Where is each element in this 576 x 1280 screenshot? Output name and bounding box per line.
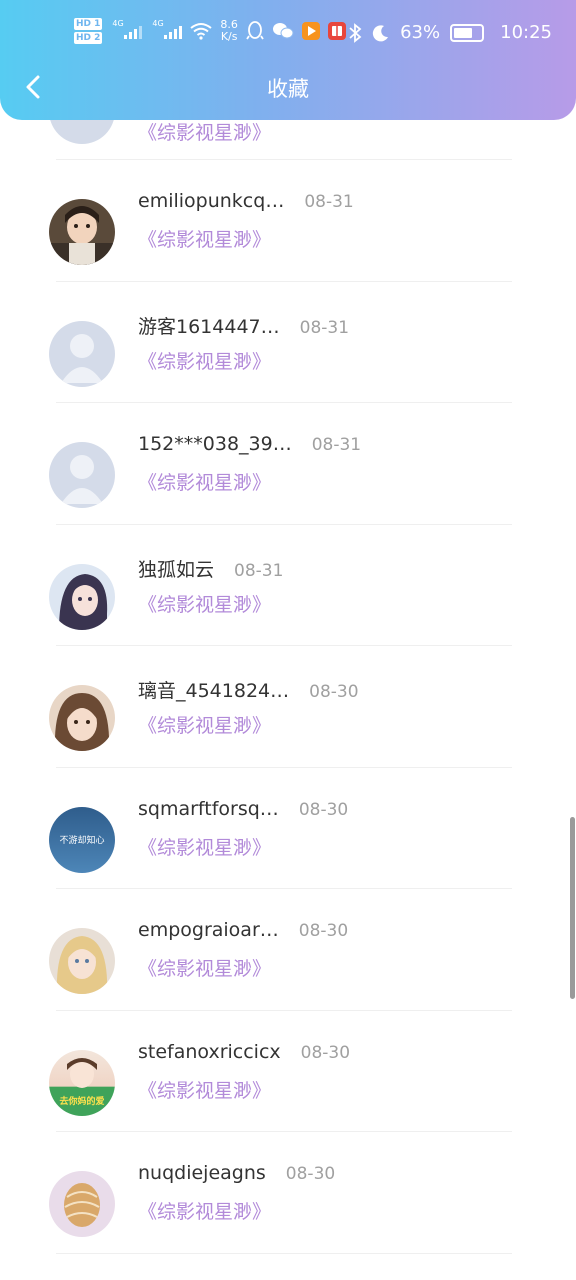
book-title[interactable]: 《综影视星渺》: [138, 1076, 271, 1103]
date-label: 08-30: [298, 799, 349, 820]
reader-app-icon: [327, 22, 346, 40]
date-label: 08-30: [309, 682, 359, 702]
title-row: 收藏: [0, 64, 576, 110]
avatar: 去你妈的爱: [49, 1049, 115, 1116]
book-title[interactable]: 《综影视星渺》: [138, 1197, 271, 1224]
avatar: [49, 1171, 115, 1237]
video-app-icon: [301, 22, 320, 40]
hd1-label: HD 1: [74, 18, 103, 30]
favorites-list[interactable]: 《综影视星渺》 emiliopunkcq… 08-31 《综影视星渺》 游客16…: [0, 78, 576, 1254]
book-title[interactable]: 《综影视星渺》: [138, 711, 271, 738]
list-item[interactable]: 游客1614447… 08-31 《综影视星渺》: [0, 282, 576, 404]
date-label: 08-30: [300, 1042, 351, 1063]
wifi-icon: [190, 23, 213, 40]
date-label: 08-30: [285, 1164, 336, 1184]
list-item[interactable]: nuqdiejeagns 08-30 《综影视星渺》: [0, 1132, 576, 1254]
hd-indicator: HD 1 HD 2: [74, 18, 103, 44]
date-label: 08-31: [234, 560, 284, 581]
avatar: [49, 199, 115, 265]
list-item[interactable]: 152***038_39… 08-31 《综影视星渺》: [0, 403, 576, 525]
avatar: [49, 928, 115, 994]
date-label: 08-31: [299, 317, 350, 338]
battery-percent: 63%: [400, 22, 441, 43]
book-title[interactable]: 《综影视星渺》: [138, 225, 271, 252]
avatar-caption: 不游却知心: [59, 835, 105, 846]
default-avatar-icon: [49, 320, 115, 387]
user-name[interactable]: nuqdiejeagns: [138, 1162, 266, 1184]
user-name[interactable]: 璃音_4541824…: [138, 676, 289, 703]
qq-icon: [246, 21, 264, 40]
list-item[interactable]: emiliopunkcq… 08-31 《综影视星渺》: [0, 160, 576, 282]
avatar: [49, 563, 115, 630]
signal-icon: 4G: [112, 19, 143, 39]
list-item[interactable]: 独孤如云 08-31 《综影视星渺》: [0, 525, 576, 647]
book-title[interactable]: 《综影视星渺》: [138, 468, 271, 495]
user-name[interactable]: 152***038_39…: [138, 433, 292, 455]
signal-icon-2: 4G: [152, 19, 183, 39]
avatar: [49, 685, 115, 751]
book-title[interactable]: 《综影视星渺》: [138, 118, 271, 145]
list-item[interactable]: 璃音_4541824… 08-30 《综影视星渺》: [0, 646, 576, 768]
scrollbar[interactable]: [570, 817, 575, 999]
status-bar: HD 1 HD 2 4G 4G 8.6 K/s 63% 10:25: [0, 14, 576, 58]
moon-icon: [372, 24, 389, 41]
date-label: 08-31: [304, 192, 354, 212]
user-name[interactable]: stefanoxriccicx: [138, 1041, 281, 1063]
date-label: 08-31: [311, 435, 362, 455]
page-title: 收藏: [267, 77, 309, 101]
user-name[interactable]: empograioar…: [138, 919, 279, 941]
list-item[interactable]: 去你妈的爱 stefanoxriccicx 08-30 《综影视星渺》: [0, 1011, 576, 1133]
book-title[interactable]: 《综影视星渺》: [138, 590, 271, 617]
clock: 10:25: [500, 22, 552, 43]
user-name[interactable]: 游客1614447…: [138, 312, 280, 339]
book-title[interactable]: 《综影视星渺》: [138, 347, 271, 374]
battery-icon: [450, 23, 485, 42]
bluetooth-icon: [349, 22, 362, 43]
book-title[interactable]: 《综影视星渺》: [138, 833, 271, 860]
network-speed: 8.6 K/s: [220, 19, 238, 43]
avatar: 不游却知心: [49, 806, 115, 873]
header-bar: HD 1 HD 2 4G 4G 8.6 K/s 63% 10:25 收藏: [0, 0, 576, 120]
hd2-label: HD 2: [74, 32, 103, 44]
wechat-icon: [272, 23, 294, 39]
avatar-caption: 去你妈的爱: [59, 1096, 105, 1107]
date-label: 08-30: [298, 921, 349, 941]
list-item[interactable]: 不游却知心 sqmarftforsq… 08-30 《综影视星渺》: [0, 768, 576, 890]
network-type-1: 4G: [112, 19, 124, 28]
user-name[interactable]: 独孤如云: [138, 555, 214, 582]
network-type-2: 4G: [152, 19, 164, 28]
user-name[interactable]: emiliopunkcq…: [138, 190, 284, 212]
default-avatar-icon: [49, 442, 115, 508]
book-title[interactable]: 《综影视星渺》: [138, 954, 271, 981]
user-name[interactable]: sqmarftforsq…: [138, 798, 279, 820]
list-item[interactable]: empograioar… 08-30 《综影视星渺》: [0, 889, 576, 1011]
speed-unit: K/s: [220, 30, 238, 43]
